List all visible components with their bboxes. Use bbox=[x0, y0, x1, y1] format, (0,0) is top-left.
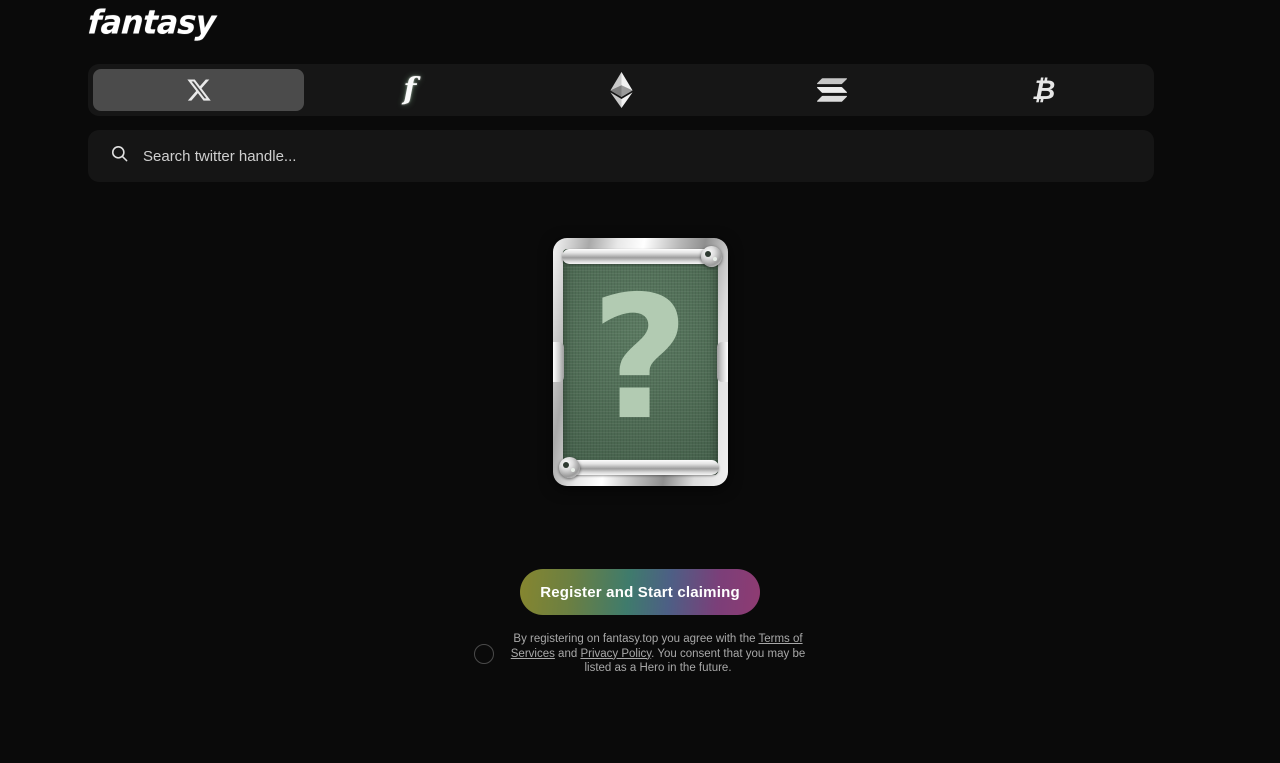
tab-bitcoin[interactable]: ₿ bbox=[938, 69, 1149, 111]
card-rail-top bbox=[561, 249, 719, 264]
brand-logo-text: fantasy bbox=[86, 3, 217, 43]
card-area: ? bbox=[0, 238, 1280, 486]
search-bar[interactable] bbox=[88, 130, 1154, 182]
app-root: fantasy f ₿ Search twitter handle... ? R… bbox=[0, 0, 1280, 763]
tab-solana[interactable] bbox=[727, 69, 938, 111]
card-notch-left bbox=[552, 342, 564, 382]
ethereum-icon bbox=[609, 72, 633, 108]
search-input[interactable] bbox=[143, 147, 1132, 165]
consent-text-part1: By registering on fantasy.top you agree … bbox=[513, 633, 759, 645]
consent-row: By registering on fantasy.top you agree … bbox=[0, 632, 1280, 676]
solana-icon bbox=[817, 77, 848, 103]
question-mark-icon: ? bbox=[590, 260, 690, 458]
cta-area: Register and Start claiming bbox=[0, 569, 1280, 615]
bitcoin-icon: ₿ bbox=[1031, 74, 1056, 106]
card-rail-bottom bbox=[561, 460, 719, 475]
mystery-hero-card[interactable]: ? bbox=[552, 238, 728, 486]
tab-ethereum[interactable] bbox=[515, 69, 726, 111]
privacy-policy-link[interactable]: Privacy Policy bbox=[580, 648, 651, 660]
card-artwork: ? bbox=[562, 249, 718, 475]
consent-text: By registering on fantasy.top you agree … bbox=[510, 632, 806, 676]
register-and-claim-button[interactable]: Register and Start claiming bbox=[520, 569, 760, 615]
card-bolt-top-right bbox=[700, 246, 722, 267]
brand-logo[interactable]: fantasy bbox=[86, 3, 217, 43]
consent-checkbox[interactable] bbox=[474, 643, 494, 664]
search-icon bbox=[110, 144, 129, 168]
tab-x-twitter[interactable] bbox=[93, 69, 305, 111]
friendtech-icon: f bbox=[403, 72, 417, 107]
platform-tabbar: f ₿ bbox=[88, 64, 1154, 116]
tab-friendtech[interactable]: f bbox=[304, 69, 515, 111]
card-bolt-bottom-left bbox=[558, 457, 580, 478]
x-twitter-icon bbox=[186, 77, 212, 103]
card-notch-right bbox=[716, 342, 728, 382]
consent-text-part2: and bbox=[554, 647, 581, 660]
